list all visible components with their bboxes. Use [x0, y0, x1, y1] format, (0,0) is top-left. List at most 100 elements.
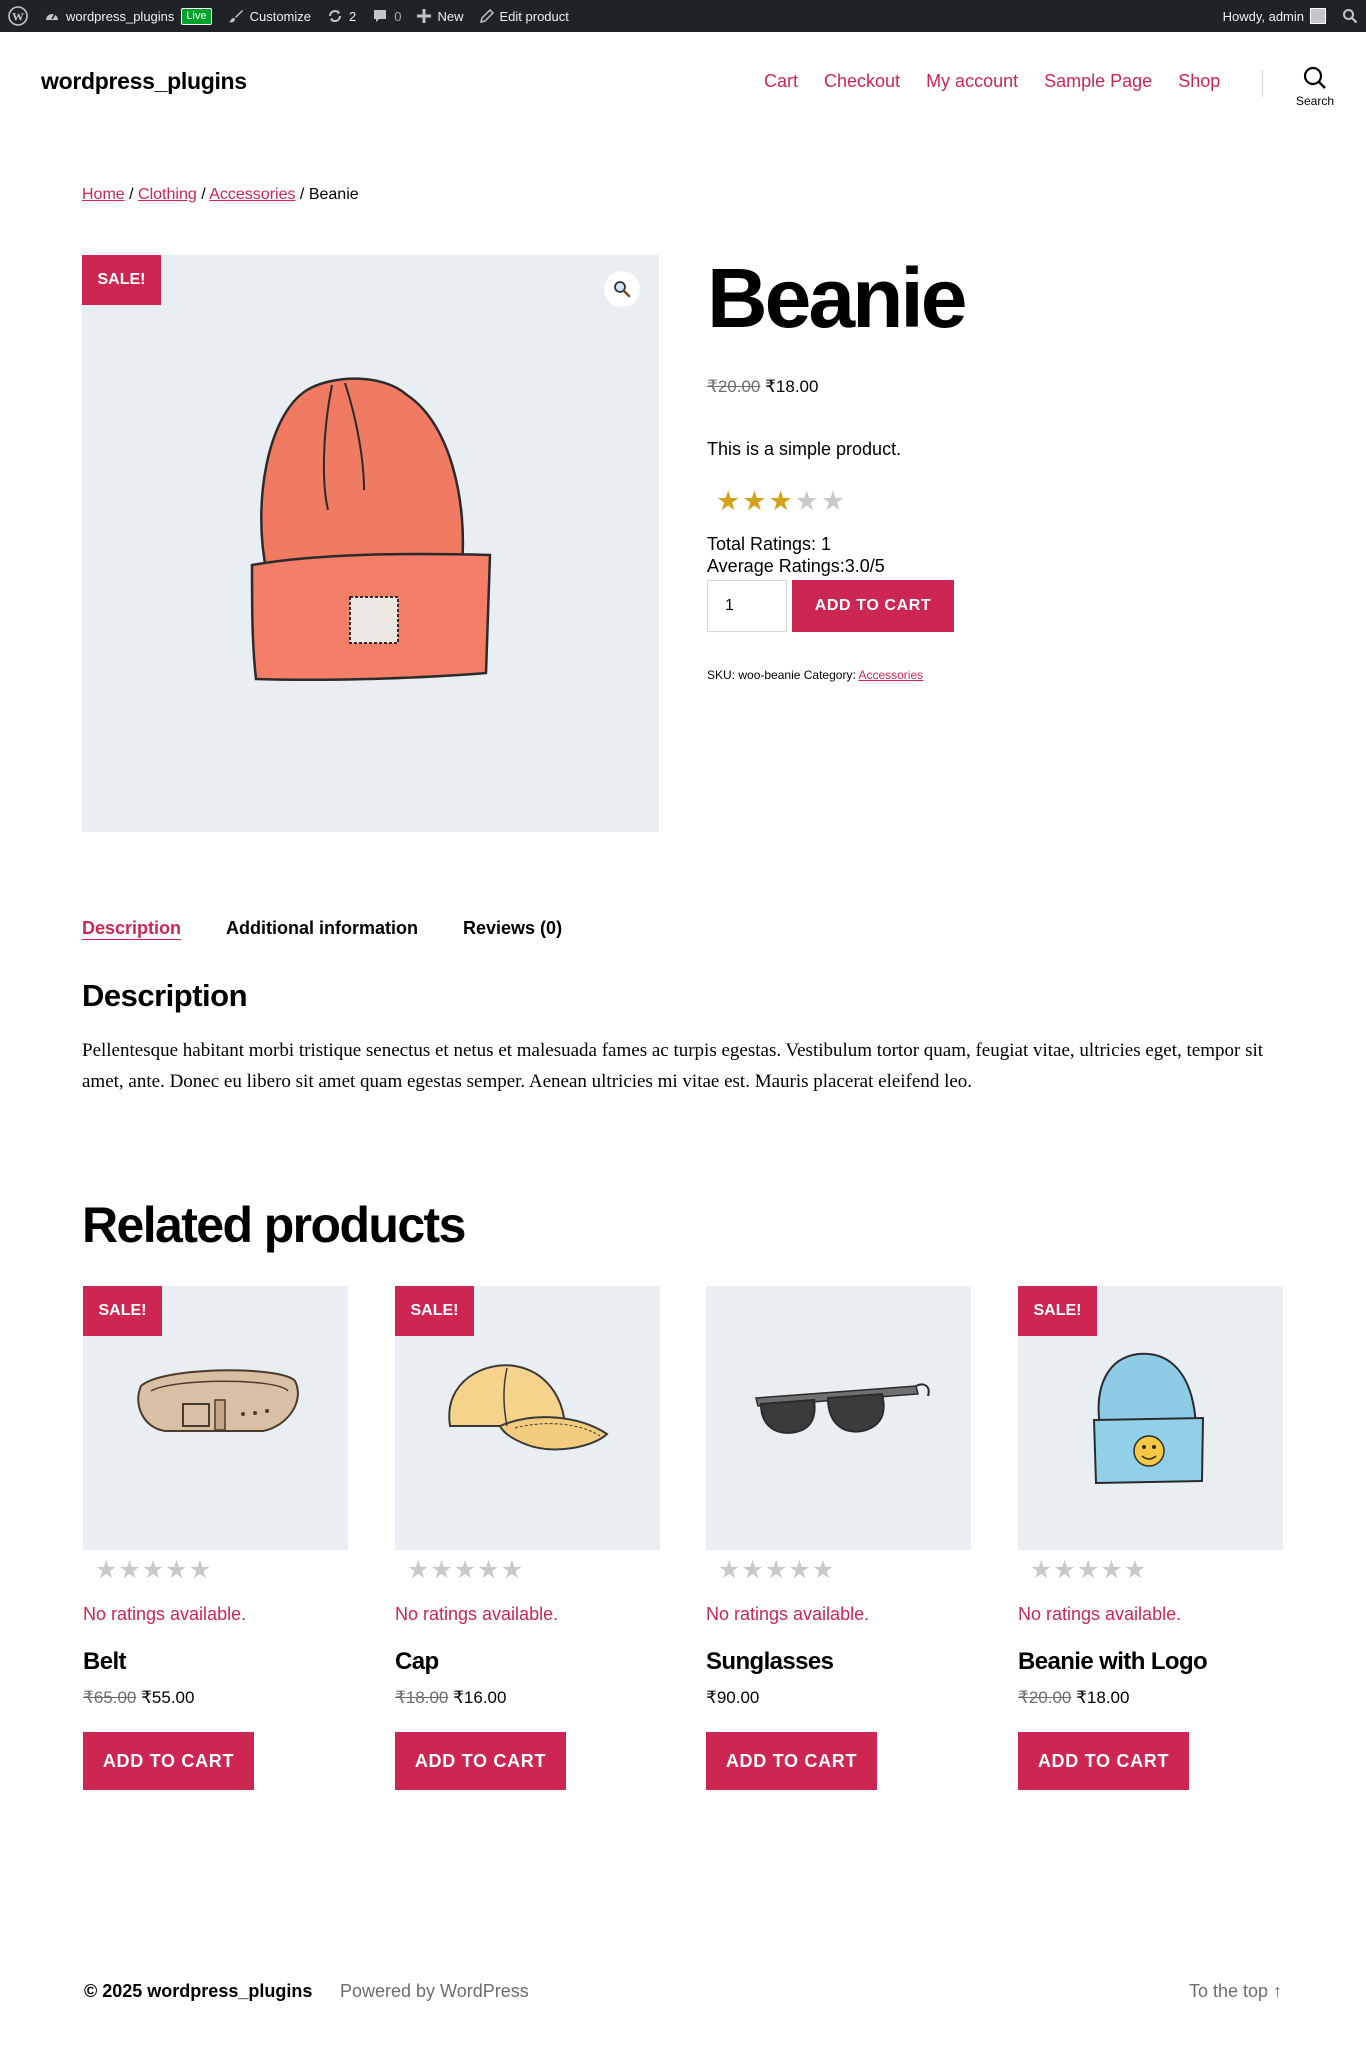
average-ratings: Average Ratings:3.0/5	[707, 556, 885, 576]
wordpress-icon: W	[8, 6, 28, 26]
product-price: ₹18.00 ₹16.00	[395, 1688, 506, 1708]
product-image-belt[interactable]: Sale!	[83, 1286, 348, 1550]
edit-product-label: Edit product	[499, 8, 569, 24]
no-ratings-text: No ratings available.	[1018, 1604, 1182, 1624]
tab-reviews[interactable]: Reviews (0)	[463, 918, 562, 939]
footer-copyright[interactable]: © 2025 wordpress_plugins	[84, 1981, 312, 2002]
ratings-summary: Total Ratings: 1 Average Ratings:3.0/5	[707, 533, 885, 577]
sale-price: ₹18.00	[765, 377, 819, 396]
total-ratings: Total Ratings: 1	[707, 534, 832, 554]
admin-search-button[interactable]	[1334, 0, 1366, 32]
breadcrumb-separator: /	[299, 186, 305, 203]
short-description: This is a simple product.	[707, 439, 902, 459]
breadcrumb-accessories[interactable]: Accessories	[209, 186, 295, 203]
star-icon: ★	[811, 1556, 835, 1584]
add-to-cart-button[interactable]: Add to cart	[706, 1732, 877, 1790]
product-card-beanie-with-logo: Sale! ★ ★ ★ ★ ★ No ratings available. Beanie…	[1018, 1286, 1283, 1790]
regular-price: ₹18.00	[395, 1688, 449, 1707]
updates-link[interactable]: 2	[319, 0, 364, 32]
star-icon[interactable]: ★	[821, 486, 845, 516]
star-icon: ★	[407, 1556, 430, 1584]
nav-item-shop[interactable]: Shop	[1178, 71, 1220, 92]
customize-link[interactable]: Customize	[220, 0, 319, 32]
card-star-rating: ★ ★ ★ ★ ★	[1030, 1555, 1146, 1585]
star-icon: ★	[741, 1556, 764, 1584]
star-icon: ★	[1030, 1556, 1053, 1584]
tab-description[interactable]: Description	[82, 918, 181, 939]
regular-price: ₹20.00	[1018, 1688, 1072, 1707]
sku-value: woo-beanie	[738, 668, 801, 682]
star-icon[interactable]: ★	[795, 486, 819, 516]
nav-item-cart[interactable]: Cart	[764, 71, 798, 92]
search-icon	[1343, 9, 1358, 24]
nav-item-checkout[interactable]: Checkout	[824, 71, 900, 92]
star-icon[interactable]: ★	[742, 486, 766, 516]
product-price: ₹90.00	[706, 1688, 759, 1708]
tab-additional-information[interactable]: Additional information	[226, 918, 418, 939]
comments-link[interactable]: 0	[364, 0, 409, 32]
product-card-cap: Sale! ★ ★ ★ ★ ★ No ratings available. Cap ₹1…	[395, 1286, 660, 1790]
sku-label: SKU:	[707, 668, 736, 682]
star-rating[interactable]: ★ ★ ★ ★ ★	[716, 486, 845, 516]
add-to-cart-button[interactable]: Add to cart	[1018, 1732, 1189, 1790]
product-title: Beanie	[707, 251, 967, 345]
product-price: ₹65.00 ₹55.00	[83, 1688, 194, 1708]
site-title[interactable]: wordpress_plugins	[41, 68, 247, 95]
star-icon: ★	[788, 1556, 811, 1584]
add-to-cart-button[interactable]: Add to cart	[395, 1732, 566, 1790]
nav-item-my-account[interactable]: My account	[926, 71, 1018, 92]
star-icon: ★	[95, 1556, 118, 1584]
breadcrumb-current: Beanie	[308, 186, 359, 203]
product-gallery[interactable]: Sale!	[82, 255, 659, 832]
beanie-logo-icon	[1092, 1352, 1205, 1485]
howdy-label: Howdy, admin	[1222, 8, 1304, 24]
category-link[interactable]: Accessories	[858, 668, 923, 682]
comment-icon	[374, 10, 387, 22]
search-toggle-button[interactable]: Search	[1290, 66, 1340, 108]
description-body: Pellentesque habitant morbi tristique se…	[82, 1040, 1264, 1092]
star-icon[interactable]: ★	[716, 486, 740, 516]
product-meta: SKU: woo-beanie Category: Accessories	[707, 668, 923, 682]
avatar	[1310, 8, 1326, 24]
product-image-sunglasses[interactable]	[706, 1286, 971, 1550]
star-icon: ★	[118, 1556, 141, 1584]
star-icon: ★	[453, 1556, 477, 1584]
sale-price: ₹16.00	[453, 1688, 507, 1707]
product-name[interactable]: Beanie with Logo	[1018, 1648, 1208, 1676]
quantity-input[interactable]: 1	[707, 580, 787, 632]
to-the-top-link[interactable]: To the top ↑	[1189, 1981, 1282, 2002]
card-star-rating: ★ ★ ★ ★ ★	[718, 1555, 834, 1585]
product-name[interactable]: Sunglasses	[706, 1648, 834, 1676]
breadcrumb-separator: /	[201, 186, 206, 203]
star-icon: ★	[764, 1556, 788, 1584]
my-account-menu[interactable]: Howdy, admin	[1215, 0, 1334, 32]
product-name[interactable]: Cap	[395, 1648, 439, 1676]
breadcrumb-home[interactable]: Home	[82, 186, 125, 203]
star-icon: ★	[1076, 1556, 1100, 1584]
product-image-cap[interactable]: Sale!	[395, 1286, 660, 1550]
footer-powered-by[interactable]: Powered by WordPress	[340, 1981, 529, 2002]
edit-product-link[interactable]: Edit product	[472, 0, 577, 32]
customize-label: Customize	[249, 8, 312, 24]
new-content-link[interactable]: New	[409, 0, 471, 32]
add-to-cart-button[interactable]: Add to cart	[83, 1732, 254, 1790]
new-label: New	[437, 8, 464, 24]
product-card-belt: Sale! ★ ★ ★ ★ ★ No ratings available. Belt ₹…	[83, 1286, 348, 1790]
product-name[interactable]: Belt	[83, 1648, 127, 1676]
breadcrumb-clothing[interactable]: Clothing	[138, 186, 197, 203]
admin-site-name[interactable]: wordpress_plugins Live	[36, 0, 220, 32]
svg-text:W: W	[12, 10, 24, 24]
sunglasses-icon	[755, 1383, 930, 1434]
product-image-beanie-with-logo[interactable]: Sale!	[1018, 1286, 1283, 1550]
card-star-rating: ★ ★ ★ ★ ★	[407, 1555, 523, 1585]
add-to-cart-button[interactable]: Add to cart	[792, 580, 954, 632]
category-label: Category:	[803, 668, 856, 682]
search-icon	[1303, 66, 1326, 89]
updates-count: 2	[349, 8, 357, 24]
star-icon[interactable]: ★	[768, 486, 792, 516]
breadcrumb: Home / Clothing / Accessories / Beanie	[82, 186, 359, 204]
no-ratings-text: No ratings available.	[83, 1604, 247, 1624]
wordpress-logo-button[interactable]: W	[0, 0, 36, 32]
updates-icon	[329, 10, 342, 22]
nav-item-sample-page[interactable]: Sample Page	[1044, 71, 1152, 92]
